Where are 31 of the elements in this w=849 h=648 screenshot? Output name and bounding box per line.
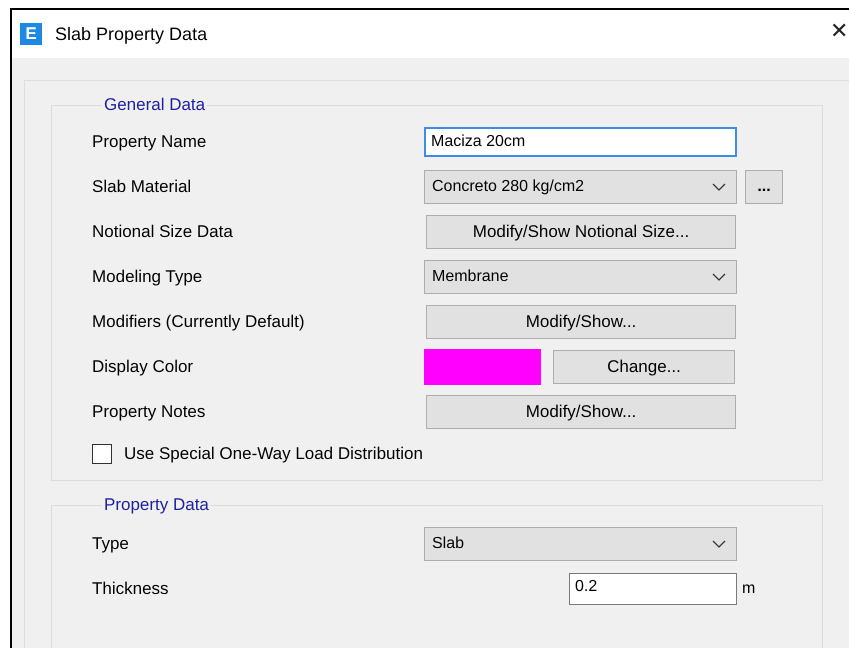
app-icon: E: [20, 23, 42, 45]
field-label: Display Color: [92, 356, 194, 376]
modify-button[interactable]: Modify/Show...: [426, 304, 736, 338]
field-label: Notional Size Data: [92, 222, 234, 242]
unit-label: m: [742, 580, 754, 598]
close-button[interactable]: ✕: [830, 18, 848, 44]
field-label: Modeling Type: [92, 266, 204, 286]
chevron-down-icon: [712, 182, 726, 190]
field-label: Property Name: [92, 132, 208, 152]
dropdown[interactable]: Slab: [424, 526, 737, 560]
field-label: Slab Material: [92, 176, 192, 196]
field-label: Modifiers (Currently Default): [92, 312, 306, 332]
text-field[interactable]: 0.2: [569, 572, 737, 604]
modify-button[interactable]: Modify/Show...: [426, 394, 736, 428]
checkbox-label: Use Special One-Way Load Distribution: [124, 444, 423, 464]
text-field[interactable]: Maciza 20cm: [424, 126, 737, 156]
change-button[interactable]: Change...: [553, 350, 735, 384]
browse-button[interactable]: ...: [745, 170, 783, 204]
window-title: Slab Property Data: [55, 24, 208, 44]
color-swatch[interactable]: [424, 348, 541, 384]
field-label: Thickness: [92, 578, 170, 598]
group-title: General Data: [103, 95, 206, 115]
checkbox[interactable]: [92, 444, 112, 464]
dropdown[interactable]: Membrane: [424, 260, 737, 294]
group-title: Property Data: [103, 495, 210, 515]
dropdown[interactable]: Concreto 280 kg/cm2: [424, 170, 737, 204]
modify-button[interactable]: Modify/Show Notional Size...: [426, 214, 736, 248]
field-label: Property Notes: [92, 402, 206, 422]
field-label: Type: [92, 534, 130, 554]
chevron-down-icon: [712, 540, 726, 548]
chevron-down-icon: [712, 272, 726, 280]
